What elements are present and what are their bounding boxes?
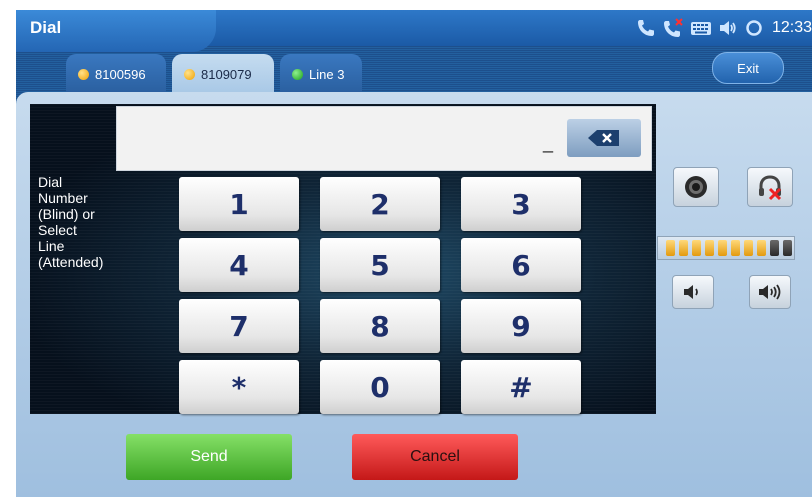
headset-off-icon	[759, 175, 782, 201]
key-7[interactable]: 7	[179, 299, 299, 353]
key-3[interactable]: 3	[461, 177, 581, 231]
cancel-button[interactable]: Cancel	[352, 434, 518, 480]
volume-up-button[interactable]	[749, 275, 791, 309]
status-led-icon	[292, 68, 303, 80]
volume-segment	[679, 240, 688, 256]
tab-line-3[interactable]: Line 3	[280, 54, 362, 94]
status-led-icon	[184, 68, 195, 80]
key-8[interactable]: 8	[320, 299, 440, 353]
volume-segment	[666, 240, 675, 256]
headset-off-button[interactable]	[747, 167, 793, 207]
key-5[interactable]: 5	[320, 238, 440, 292]
exit-button[interactable]: Exit	[712, 52, 784, 84]
volume-down-button[interactable]	[672, 275, 714, 309]
dial-instruction-label: Dial Number (Blind) or Select Line (Atte…	[38, 174, 104, 270]
tab-label: 8100596	[95, 66, 146, 82]
volume-segment	[770, 240, 779, 256]
key-star[interactable]: *	[179, 360, 299, 414]
key-9[interactable]: 9	[461, 299, 581, 353]
keyboard-icon	[690, 22, 711, 35]
volume-segment	[718, 240, 727, 256]
key-2[interactable]: 2	[320, 177, 440, 231]
input-cursor: _	[543, 133, 554, 153]
key-hash[interactable]: #	[461, 360, 581, 414]
backspace-button[interactable]	[567, 119, 641, 157]
send-button[interactable]: Send	[126, 434, 292, 480]
refresh-icon	[746, 20, 762, 36]
volume-segment	[757, 240, 766, 256]
volume-segment	[744, 240, 753, 256]
key-6[interactable]: 6	[461, 238, 581, 292]
volume-up-icon	[759, 284, 781, 300]
backspace-icon	[588, 130, 619, 146]
app-title: Dial	[30, 18, 62, 37]
status-icons: 12:33	[636, 16, 812, 40]
key-0[interactable]: 0	[320, 360, 440, 414]
volume-segment	[692, 240, 701, 256]
dial-number-input[interactable]: _	[116, 106, 652, 171]
volume-segment	[705, 240, 714, 256]
volume-down-icon	[684, 285, 698, 299]
volume-segment	[783, 240, 792, 256]
phone-icon	[637, 20, 654, 36]
speaker-icon	[719, 21, 736, 35]
volume-level-bar	[657, 236, 795, 260]
key-1[interactable]: 1	[179, 177, 299, 231]
tab-label: Line 3	[309, 66, 345, 82]
tab-line-8100596[interactable]: 8100596	[66, 54, 166, 94]
missed-call-icon	[663, 18, 683, 37]
mute-button[interactable]	[673, 167, 719, 207]
tab-label: 8109079	[201, 66, 252, 82]
key-4[interactable]: 4	[179, 238, 299, 292]
mute-icon	[685, 176, 707, 198]
volume-segment	[731, 240, 740, 256]
clock: 12:33	[771, 19, 812, 36]
status-led-icon	[78, 68, 89, 80]
tab-line-8109079[interactable]: 8109079	[172, 54, 274, 94]
title-tab: Dial	[16, 10, 216, 52]
